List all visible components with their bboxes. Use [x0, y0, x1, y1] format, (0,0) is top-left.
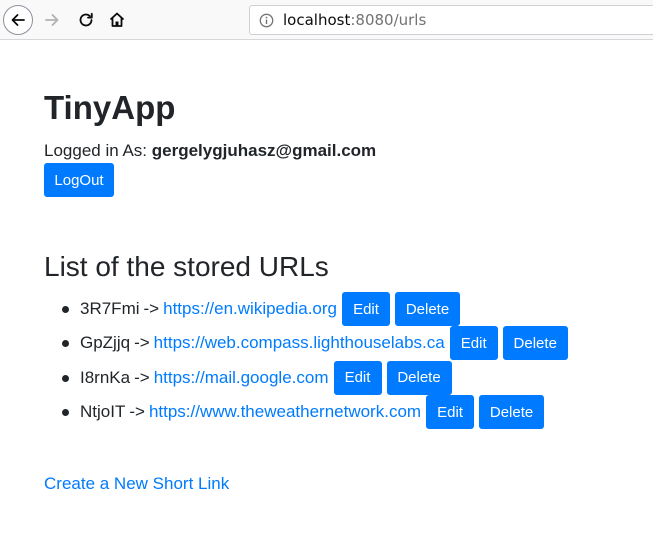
list-item: 3R7Fmi -> https://en.wikipedia.org Edit …	[60, 292, 568, 327]
short-url: NtjoIT	[80, 402, 126, 422]
short-url: GpZjjq	[80, 333, 131, 353]
bullet	[62, 374, 69, 382]
list-item: I8rnKa -> https://mail.google.com Edit D…	[60, 360, 568, 395]
delete-button[interactable]: Delete	[479, 395, 545, 430]
section-title: List of the stored URLs	[44, 251, 329, 282]
url-text: localhost:8080/urls	[283, 11, 426, 29]
arrow: ->	[129, 402, 145, 422]
back-arrow-icon	[11, 14, 25, 26]
delete-button[interactable]: Delete	[395, 292, 460, 327]
long-url-link[interactable]: https://en.wikipedia.org	[163, 299, 337, 319]
logged-in-label: Logged in As:	[44, 141, 148, 160]
url-host: localhost	[283, 11, 351, 29]
logged-in-status: Logged in As: gergelygjuhasz@gmail.com	[44, 140, 376, 162]
browser-toolbar: localhost:8080/urls	[0, 0, 653, 40]
back-button[interactable]	[3, 5, 33, 35]
home-button[interactable]	[102, 5, 132, 35]
info-icon[interactable]	[259, 13, 274, 28]
forward-button[interactable]	[37, 5, 67, 35]
long-url-link[interactable]: https://mail.google.com	[154, 368, 329, 388]
long-url-link[interactable]: https://www.theweathernetwork.com	[149, 402, 421, 422]
arrow: ->	[143, 299, 160, 319]
short-url: I8rnKa	[80, 367, 131, 387]
long-url-link[interactable]: https://web.compass.lighthouselabs.ca	[154, 333, 445, 353]
url-path: :8080/urls	[350, 11, 427, 29]
delete-button[interactable]: Delete	[502, 326, 568, 361]
edit-button[interactable]: Edit	[342, 292, 390, 327]
delete-button[interactable]: Delete	[386, 360, 452, 395]
user-email: gergelygjuhasz@gmail.com	[151, 141, 377, 160]
arrow: ->	[134, 333, 150, 353]
bullet	[62, 340, 69, 348]
edit-button[interactable]: Edit	[333, 360, 382, 395]
reload-icon	[79, 12, 93, 27]
arrow: ->	[134, 367, 150, 387]
bullet	[62, 408, 69, 416]
edit-button[interactable]: Edit	[426, 395, 475, 430]
edit-button[interactable]: Edit	[449, 326, 498, 361]
address-bar[interactable]: localhost:8080/urls	[249, 5, 653, 35]
url-list: 3R7Fmi -> https://en.wikipedia.org Edit …	[60, 292, 568, 430]
logout-button[interactable]: LogOut	[44, 163, 114, 197]
home-icon	[109, 12, 125, 27]
bullet	[62, 306, 69, 313]
list-item: NtjoIT -> https://www.theweathernetwork.…	[60, 395, 568, 430]
page-title: TinyApp	[44, 89, 176, 126]
reload-button[interactable]	[71, 5, 101, 35]
forward-arrow-icon	[45, 14, 59, 26]
create-short-link[interactable]: Create a New Short Link	[44, 473, 229, 495]
short-url: 3R7Fmi	[80, 299, 140, 319]
list-item: GpZjjq -> https://web.compass.lighthouse…	[60, 326, 568, 361]
